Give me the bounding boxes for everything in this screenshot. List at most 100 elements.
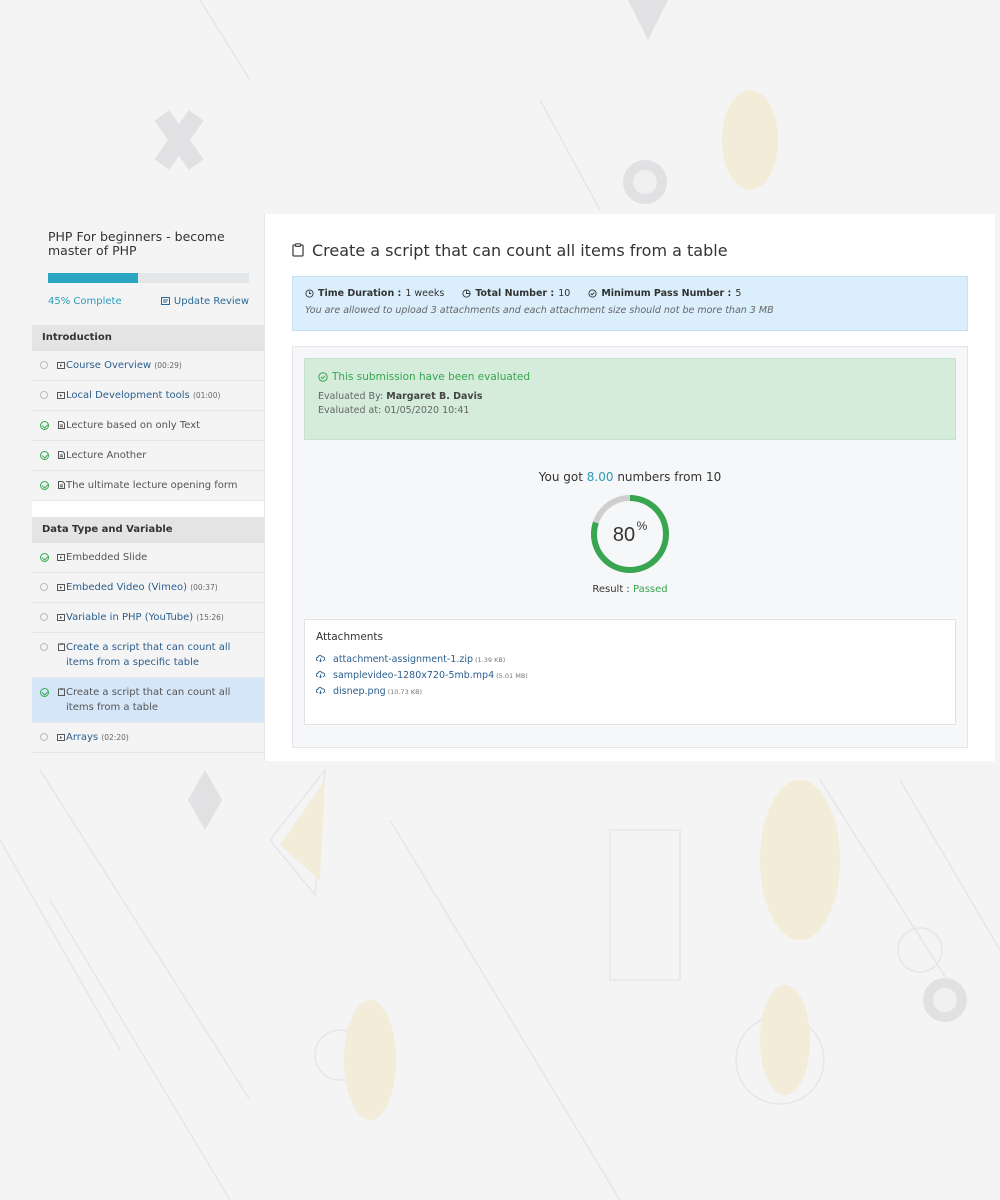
evaluation-alert: This submission have been evaluated Eval… — [304, 358, 956, 440]
result-label: Result : — [592, 584, 630, 595]
lesson-label: Course Overview — [66, 360, 152, 371]
incomplete-circle-icon — [38, 731, 50, 743]
review-icon — [160, 297, 170, 305]
assignment-info: Time Duration : 1 weeks Total Number : 1… — [292, 276, 968, 331]
score-value: 8.00 — [586, 470, 614, 484]
video-icon — [56, 390, 66, 400]
lesson-text: Variable in PHP (YouTube) (15:26) — [66, 610, 258, 625]
attachment-item[interactable]: disnep.png (10.73 KB) — [315, 686, 944, 697]
video-icon — [56, 612, 66, 622]
lesson-label: Create a script that can count all items… — [66, 642, 231, 668]
lesson-item[interactable]: Local Development tools (01:00) — [32, 381, 264, 411]
gauge-percent-sign: % — [637, 519, 648, 533]
lesson-duration: (02:20) — [101, 733, 129, 742]
lesson-text: Local Development tools (01:00) — [66, 388, 258, 403]
lesson-label: Create a script that can count all items… — [66, 687, 231, 713]
total-number-label: Total Number : — [475, 288, 555, 299]
lesson-duration: (00:37) — [190, 583, 218, 592]
lesson-label: Local Development tools — [66, 390, 190, 401]
lesson-label: Lecture based on only Text — [66, 420, 201, 431]
cloud-download-icon — [315, 654, 326, 665]
completed-check-icon — [38, 449, 50, 461]
upload-note: You are allowed to upload 3 attachments … — [305, 305, 774, 316]
lesson-item[interactable]: Embedded Slide — [32, 543, 264, 573]
check-circle-icon — [318, 372, 328, 382]
evaluated-by: Evaluated By: Margaret B. Davis — [318, 390, 942, 404]
attachment-link[interactable]: disnep.png (10.73 KB) — [333, 686, 422, 697]
incomplete-circle-icon — [38, 641, 50, 653]
video-icon — [56, 582, 66, 592]
lesson-item[interactable]: Lecture based on only Text — [32, 411, 264, 441]
lesson-item[interactable]: Arrays (02:20) — [32, 723, 264, 753]
incomplete-circle-icon — [38, 611, 50, 623]
lesson-text: Lecture Another — [66, 448, 258, 463]
lesson-text: Embedded Slide — [66, 550, 258, 565]
attachment-item[interactable]: attachment-assignment-1.zip (1.39 KB) — [315, 654, 944, 665]
lesson-item[interactable]: The ultimate lecture opening form — [32, 471, 264, 501]
course-title: PHP For beginners - become master of PHP — [48, 229, 225, 258]
evaluation-title-text: This submission have been evaluated — [332, 371, 531, 383]
score-line: You got 8.00 numbers from 10 — [304, 470, 956, 484]
lesson-label: Arrays — [66, 732, 99, 743]
evaluated-by-label: Evaluated By: — [318, 391, 384, 402]
lesson-item[interactable]: Create a script that can count all items… — [32, 678, 264, 723]
min-pass-number: Minimum Pass Number : 5 — [588, 288, 741, 299]
attachment-name: disnep.png — [333, 686, 386, 697]
clipboard-icon — [292, 243, 304, 257]
course-sidebar: PHP For beginners - become master of PHP… — [32, 214, 265, 761]
time-duration-label: Time Duration : — [318, 288, 402, 299]
attachment-link[interactable]: attachment-assignment-1.zip (1.39 KB) — [333, 654, 505, 665]
score-prefix: You got — [538, 470, 583, 484]
total-number-value: 10 — [558, 288, 571, 299]
min-pass-label: Minimum Pass Number : — [601, 288, 732, 299]
lesson-label: Lecture Another — [66, 450, 147, 461]
lesson-item[interactable]: Lecture Another — [32, 441, 264, 471]
lesson-duration: (00:29) — [154, 361, 182, 370]
attachments-card: Attachments attachment-assignment-1.zip(… — [304, 619, 956, 725]
lesson-text: Arrays (02:20) — [66, 730, 258, 745]
clock-icon — [305, 289, 314, 298]
incomplete-circle-icon — [38, 359, 50, 371]
sidebar-header: PHP For beginners - become master of PHP… — [32, 214, 264, 325]
document-icon — [56, 420, 66, 430]
attachments-list: attachment-assignment-1.zip (1.39 KB) samp… — [315, 654, 944, 697]
gauge-percent: 80 — [613, 524, 635, 546]
result-value: Passed — [633, 584, 668, 595]
lesson-label: The ultimate lecture opening form — [66, 480, 238, 491]
video-icon — [56, 360, 66, 370]
progress-bar — [48, 273, 249, 283]
page-title-text: Create a script that can count all items… — [312, 240, 728, 260]
attachments-title: Attachments — [316, 631, 384, 643]
attachment-item[interactable]: samplevideo-1280x720-5mb.mp4 (5.01 MB) — [315, 670, 944, 681]
lesson-item[interactable]: Variable in PHP (YouTube) (15:26) — [32, 603, 264, 633]
completed-check-icon — [38, 551, 50, 563]
lesson-label: Embedded Slide — [66, 552, 148, 563]
lesson-item[interactable]: Embeded Video (Vimeo) (00:37) — [32, 573, 264, 603]
video-icon — [56, 552, 66, 562]
incomplete-circle-icon — [38, 581, 50, 593]
lesson-item[interactable]: Create a script that can count all items… — [32, 633, 264, 678]
lesson-item[interactable]: Course Overview (00:29) — [32, 351, 264, 381]
section-title: Introduction — [32, 325, 264, 351]
page-title: Create a script that can count all items… — [292, 240, 968, 260]
attachment-size: (10.73 KB) — [387, 688, 423, 696]
attachment-name: attachment-assignment-1.zip — [333, 654, 474, 665]
attachment-size: (1.39 KB) — [475, 656, 506, 664]
assignment-panel: Create a script that can count all items… — [265, 214, 995, 761]
lesson-text: The ultimate lecture opening form — [66, 478, 258, 493]
attachment-link[interactable]: samplevideo-1280x720-5mb.mp4 (5.01 MB) — [333, 670, 528, 681]
cloud-download-icon — [315, 686, 326, 697]
video-icon — [56, 732, 66, 742]
progress-bar-fill — [48, 273, 139, 283]
update-review-button[interactable]: Update Review — [160, 296, 249, 307]
assignment-icon — [56, 687, 66, 697]
time-duration-value: 1 weeks — [405, 288, 445, 299]
incomplete-circle-icon — [38, 389, 50, 401]
attachment-name: samplevideo-1280x720-5mb.mp4 — [333, 670, 495, 681]
lesson-text: Create a script that can count all items… — [66, 685, 258, 715]
lesson-text: Embeded Video (Vimeo) (00:37) — [66, 580, 258, 595]
document-icon — [56, 450, 66, 460]
score-gauge: 80 % — [591, 495, 669, 573]
course-player: PHP For beginners - become master of PHP… — [32, 214, 995, 761]
assignment-icon — [56, 642, 66, 652]
